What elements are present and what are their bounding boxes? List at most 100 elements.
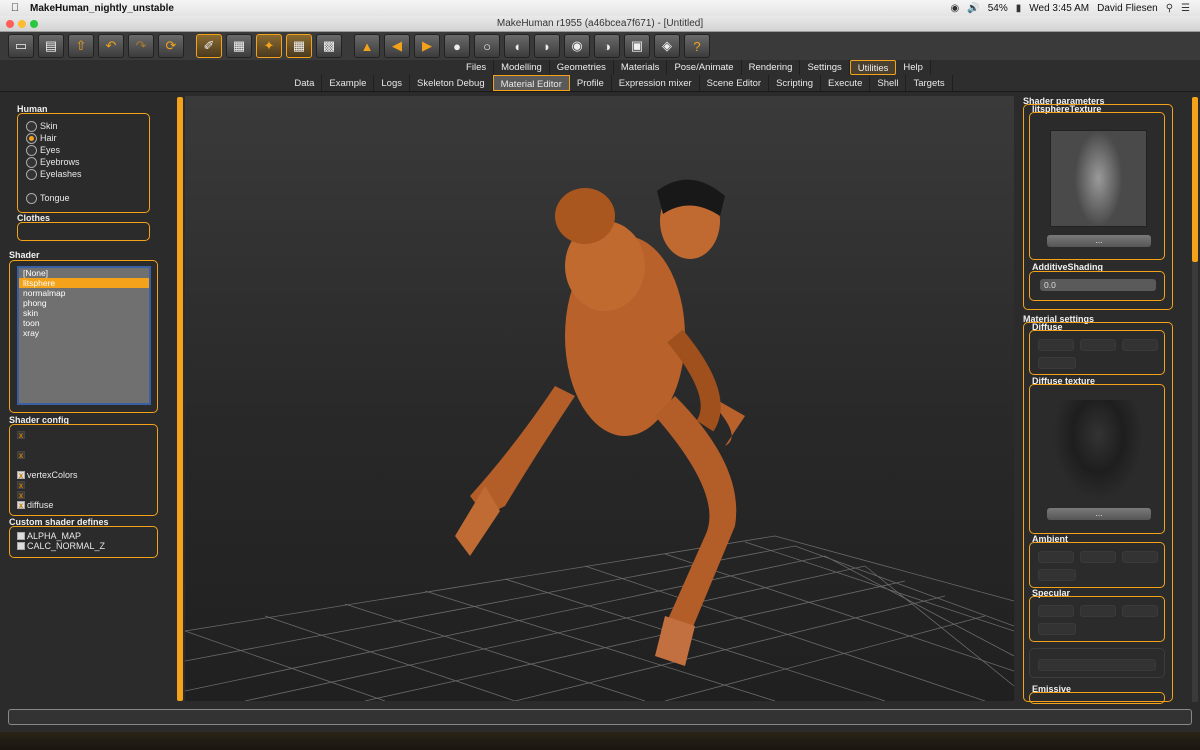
- head-right-icon[interactable]: ◗: [534, 34, 560, 58]
- battery-icon[interactable]: ▮: [1016, 3, 1022, 14]
- tab-geometries[interactable]: Geometries: [550, 60, 614, 75]
- app-menu-name[interactable]: MakeHuman_nightly_unstable: [30, 3, 174, 14]
- radio-button[interactable]: [26, 192, 37, 204]
- pose-icon[interactable]: ✦: [256, 34, 282, 58]
- human-item-eyebrows[interactable]: Eyebrows: [26, 156, 82, 168]
- diffuse-texture-preview: [1053, 400, 1143, 500]
- shader-option[interactable]: normalmap: [19, 288, 149, 298]
- diffuse-texture-browse-button[interactable]: ...: [1047, 508, 1151, 520]
- undo-icon[interactable]: ↶: [98, 34, 124, 58]
- vertexcolors-checkbox[interactable]: x: [17, 471, 25, 480]
- head-left-icon[interactable]: ◖: [504, 34, 530, 58]
- shader-option[interactable]: skin: [19, 308, 149, 318]
- subtab-targets[interactable]: Targets: [906, 75, 953, 91]
- emissive-box: [1029, 692, 1165, 704]
- shader-option[interactable]: toon: [19, 318, 149, 328]
- zoom-window-button[interactable]: [30, 20, 38, 28]
- 3d-viewport[interactable]: [185, 96, 1014, 701]
- subtab-expression-mixer[interactable]: Expression mixer: [612, 75, 700, 91]
- radio-button[interactable]: [26, 132, 37, 144]
- shader-config-vertexcolors[interactable]: x vertexColors: [17, 470, 78, 480]
- shader-option[interactable]: [None]: [19, 268, 149, 278]
- radio-button[interactable]: [26, 168, 37, 180]
- radio-button[interactable]: [26, 156, 37, 168]
- subtab-data[interactable]: Data: [287, 75, 323, 91]
- subtab-profile[interactable]: Profile: [570, 75, 612, 91]
- window-title: MakeHuman r1955 (a46bcea7f671) - [Untitl…: [496, 18, 704, 29]
- reset-camera-icon[interactable]: ▣: [624, 34, 650, 58]
- subtab-execute[interactable]: Execute: [821, 75, 871, 91]
- close-window-button[interactable]: [6, 20, 14, 28]
- checker-background-icon[interactable]: ▩: [316, 34, 342, 58]
- head-front-icon[interactable]: ●: [444, 34, 470, 58]
- shader-config-diffuse[interactable]: x diffuse: [17, 500, 78, 510]
- apple-icon[interactable]: : [0, 2, 30, 14]
- notification-center-icon[interactable]: ☰: [1181, 3, 1190, 14]
- spotlight-icon[interactable]: ⚲: [1166, 3, 1173, 14]
- human-item-skin[interactable]: Skin: [26, 120, 82, 132]
- human-item-hair[interactable]: Hair: [26, 132, 82, 144]
- smooth-icon[interactable]: ✐: [196, 34, 222, 58]
- right-scrollbar[interactable]: [1192, 97, 1198, 262]
- subtab-example[interactable]: Example: [322, 75, 375, 91]
- redo-icon[interactable]: ↷: [128, 34, 154, 58]
- minimize-window-button[interactable]: [18, 20, 26, 28]
- radio-button[interactable]: [26, 120, 37, 132]
- floor-grid: [185, 535, 1014, 701]
- disabled-checkbox: x: [17, 481, 25, 490]
- front-view-icon[interactable]: ▲: [354, 34, 380, 58]
- subtab-material-editor[interactable]: Material Editor: [492, 75, 570, 91]
- subtab-skeleton-debug[interactable]: Skeleton Debug: [410, 75, 493, 91]
- right-view-icon[interactable]: ▶: [414, 34, 440, 58]
- shader-option[interactable]: xray: [19, 328, 149, 338]
- subtab-logs[interactable]: Logs: [374, 75, 410, 91]
- sub-tabs: Data Example Logs Skeleton Debug Material Ed…: [0, 75, 1200, 92]
- tab-help[interactable]: Help: [896, 60, 931, 75]
- human-item-label: Skin: [40, 121, 58, 131]
- screenshot-icon[interactable]: ◈: [654, 34, 680, 58]
- head-back-icon[interactable]: ○: [474, 34, 500, 58]
- tab-modelling[interactable]: Modelling: [494, 60, 550, 75]
- wifi-icon[interactable]: ◉: [951, 3, 960, 14]
- diffuse-checkbox[interactable]: x: [17, 501, 25, 510]
- menubar-user[interactable]: David Fliesen: [1097, 3, 1158, 14]
- volume-icon[interactable]: 🔊: [967, 3, 979, 14]
- subtab-shell[interactable]: Shell: [870, 75, 907, 91]
- help-icon[interactable]: ?: [684, 34, 710, 58]
- bottom-view-icon[interactable]: ◑: [594, 34, 620, 58]
- subtab-scene-editor[interactable]: Scene Editor: [700, 75, 770, 91]
- reset-icon[interactable]: ⟳: [158, 34, 184, 58]
- tab-rendering[interactable]: Rendering: [742, 60, 801, 75]
- left-view-icon[interactable]: ◀: [384, 34, 410, 58]
- calc-normal-z-checkbox[interactable]: [17, 542, 25, 550]
- grid-icon[interactable]: ▦: [286, 34, 312, 58]
- litsphere-browse-button[interactable]: ...: [1047, 235, 1151, 247]
- left-splitter[interactable]: [177, 97, 183, 701]
- radio-button[interactable]: [26, 144, 37, 156]
- top-view-icon[interactable]: ◉: [564, 34, 590, 58]
- battery-percent[interactable]: 54%: [988, 3, 1008, 14]
- new-file-icon[interactable]: ▭: [8, 34, 34, 58]
- disabled-checkbox: x: [17, 491, 25, 500]
- export-icon[interactable]: ⇧: [68, 34, 94, 58]
- tab-materials[interactable]: Materials: [614, 60, 668, 75]
- menubar-clock[interactable]: Wed 3:45 AM: [1029, 3, 1089, 14]
- shader-option[interactable]: phong: [19, 298, 149, 308]
- tab-files[interactable]: Files: [459, 60, 495, 75]
- define-calc-normal-z[interactable]: CALC_NORMAL_Z: [17, 541, 105, 551]
- shader-option[interactable]: litsphere: [19, 278, 149, 288]
- right-scrollbar-track[interactable]: [1192, 262, 1198, 702]
- tab-pose-animate[interactable]: Pose/Animate: [667, 60, 742, 75]
- shader-listbox[interactable]: [None] litsphere normalmap phong skin toon xra…: [17, 266, 151, 405]
- alpha-map-checkbox[interactable]: [17, 532, 25, 540]
- human-item-eyes[interactable]: Eyes: [26, 144, 82, 156]
- tab-settings[interactable]: Settings: [800, 60, 850, 75]
- subtab-scripting[interactable]: Scripting: [769, 75, 822, 91]
- define-alpha-map[interactable]: ALPHA_MAP: [17, 531, 105, 541]
- wireframe-icon[interactable]: ▦: [226, 34, 252, 58]
- human-item-tongue[interactable]: Tongue: [26, 192, 82, 204]
- tab-utilities[interactable]: Utilities: [849, 60, 897, 75]
- save-icon[interactable]: ▤: [38, 34, 64, 58]
- human-item-eyelashes[interactable]: Eyelashes: [26, 168, 82, 180]
- additive-shading-input[interactable]: 0.0: [1040, 279, 1156, 291]
